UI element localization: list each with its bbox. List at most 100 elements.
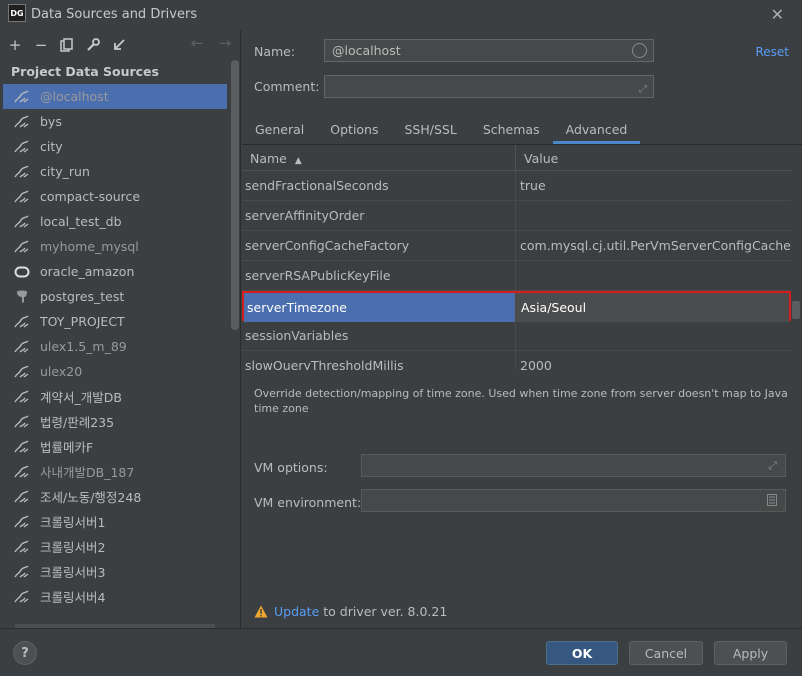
property-value-cell[interactable]: com.mysql.cj.util.PerVmServerConfigCache… xyxy=(516,231,791,260)
sidebar-item[interactable]: ulex20 xyxy=(0,359,229,384)
mysql-icon xyxy=(14,389,30,404)
forward-arrow-icon[interactable]: → xyxy=(216,34,234,52)
name-value: @localhost xyxy=(332,43,401,58)
table-row[interactable]: serverAffinityOrder xyxy=(242,201,791,231)
sidebar-item[interactable]: postgres_test xyxy=(0,284,229,309)
window-title: Data Sources and Drivers xyxy=(31,7,198,22)
sidebar-item-label: city xyxy=(40,139,63,154)
sidebar-item[interactable]: myhome_mysql xyxy=(0,234,229,259)
sidebar-item[interactable]: city_run xyxy=(0,159,229,184)
sidebar-item-label: 사내개발DB_187 xyxy=(40,465,135,480)
column-header-value[interactable]: Value xyxy=(516,145,566,171)
sidebar-item-label: 법률메카F xyxy=(40,440,94,455)
remove-icon[interactable]: − xyxy=(32,36,50,54)
sidebar-item[interactable]: local_test_db xyxy=(0,209,229,234)
table-row[interactable]: slowQueryThresholdMillis 2000 xyxy=(242,351,791,370)
name-field[interactable]: @localhost xyxy=(324,39,654,62)
update-text: to driver ver. 8.0.21 xyxy=(319,604,448,619)
driver-update-notice: Update to driver ver. 8.0.21 xyxy=(254,604,447,619)
sidebar-item-label: 크롤링서버2 xyxy=(40,540,106,555)
update-driver-link[interactable]: Update xyxy=(274,604,319,619)
mysql-icon xyxy=(14,364,30,379)
sidebar-item-label: ulex20 xyxy=(40,364,83,379)
sidebar-item[interactable]: ulex1.5_m_89 xyxy=(0,334,229,359)
back-arrow-icon[interactable]: ← xyxy=(188,34,206,52)
sidebar-item-label: TOY_PROJECT xyxy=(40,314,125,329)
help-button[interactable]: ? xyxy=(13,641,37,665)
sidebar-item[interactable]: 조세/노동/행정248 xyxy=(0,484,229,509)
table-row[interactable]: sessionVariables xyxy=(242,321,791,351)
sidebar-scrollbar[interactable] xyxy=(231,60,239,330)
property-description: Override detection/mapping of time zone.… xyxy=(254,387,788,415)
reset-link[interactable]: Reset xyxy=(755,45,789,59)
expand-icon[interactable]: ⤢ xyxy=(768,459,777,473)
vm-options-field[interactable]: ⤢ xyxy=(361,454,786,477)
mysql-icon xyxy=(14,564,30,579)
settings-wrench-icon[interactable] xyxy=(84,36,102,54)
sidebar-item[interactable]: 법령/판례235 xyxy=(0,409,229,434)
property-name-cell[interactable]: serverTimezone xyxy=(244,293,516,322)
property-value-cell[interactable]: 2000 xyxy=(516,351,791,370)
comment-field[interactable]: ⤢ xyxy=(324,75,654,98)
sidebar-item-label: ulex1.5_m_89 xyxy=(40,339,127,354)
table-row[interactable]: sendFractionalSeconds true xyxy=(242,171,791,201)
title-bar: DG Data Sources and Drivers ✕ xyxy=(0,0,802,30)
import-icon[interactable] xyxy=(110,36,128,54)
sidebar-item-label: 법령/판례235 xyxy=(40,415,115,430)
mysql-icon xyxy=(14,339,30,354)
sidebar-item-label: oracle_amazon xyxy=(40,264,135,279)
apply-button[interactable]: Apply xyxy=(714,641,787,665)
sidebar-item[interactable]: TOY_PROJECT xyxy=(0,309,229,334)
add-icon[interactable]: + xyxy=(6,36,24,54)
table-row[interactable]: serverTimezone Asia/Seoul xyxy=(242,291,791,322)
list-icon[interactable] xyxy=(767,494,777,509)
property-value-cell[interactable] xyxy=(516,261,791,290)
property-value-cell[interactable]: Asia/Seoul xyxy=(516,293,789,322)
sidebar-item[interactable]: 계약서_개발DB xyxy=(0,384,229,409)
property-name-cell[interactable]: serverRSAPublicKeyFile xyxy=(242,261,516,290)
property-name-cell[interactable]: slowQueryThresholdMillis xyxy=(242,351,516,370)
sidebar-item[interactable]: 사내개발DB_187 xyxy=(0,459,229,484)
sidebar-item[interactable]: 법률메카F xyxy=(0,434,229,459)
expand-icon[interactable]: ⤢ xyxy=(639,84,647,95)
table-row[interactable]: serverConfigCacheFactory com.mysql.cj.uti… xyxy=(242,231,791,261)
tab-general[interactable]: General xyxy=(242,116,317,144)
property-name-cell[interactable]: serverConfigCacheFactory xyxy=(242,231,516,260)
sidebar-item[interactable]: 크롤링서버1 xyxy=(0,509,229,534)
duplicate-icon[interactable] xyxy=(58,36,76,54)
tab-schemas[interactable]: Schemas xyxy=(470,116,553,144)
ok-button[interactable]: OK xyxy=(546,641,618,665)
sidebar-item[interactable]: bys xyxy=(0,109,229,134)
cancel-button[interactable]: Cancel xyxy=(629,641,703,665)
tab-options[interactable]: Options xyxy=(317,116,391,144)
property-name-cell[interactable]: serverAffinityOrder xyxy=(242,201,516,230)
sidebar-item-label: local_test_db xyxy=(40,214,122,229)
table-row[interactable]: serverRSAPublicKeyFile xyxy=(242,261,791,291)
property-value-cell[interactable] xyxy=(516,321,791,350)
sidebar-item[interactable]: city xyxy=(0,134,229,159)
sidebar-item[interactable]: compact-source xyxy=(0,184,229,209)
tab-advanced[interactable]: Advanced xyxy=(552,116,641,144)
table-scrollbar[interactable] xyxy=(792,301,800,319)
mysql-icon xyxy=(14,164,30,179)
mysql-icon xyxy=(14,139,30,154)
sidebar-item[interactable]: oracle_amazon xyxy=(0,259,229,284)
sidebar-item[interactable]: 크롤링서버3 xyxy=(0,559,229,584)
property-name-cell[interactable]: sessionVariables xyxy=(242,321,516,350)
sidebar-item[interactable]: 크롤링서버2 xyxy=(0,534,229,559)
properties-table: Name ▲ Value sendFractionalSeconds true se… xyxy=(242,144,802,370)
name-label: Name: xyxy=(254,44,296,59)
sidebar-item[interactable]: 크롤링서버4 xyxy=(0,584,229,609)
close-icon[interactable]: ✕ xyxy=(771,5,784,24)
property-name-cell[interactable]: sendFractionalSeconds xyxy=(242,171,516,200)
section-title: Project Data Sources xyxy=(11,64,159,79)
column-header-name[interactable]: Name ▲ xyxy=(242,145,516,171)
datagrip-logo-icon: DG xyxy=(8,4,26,22)
color-circle-icon[interactable] xyxy=(632,43,647,58)
vm-environment-field[interactable] xyxy=(361,489,786,512)
property-value-cell[interactable] xyxy=(516,201,791,230)
sidebar-item[interactable]: @localhost xyxy=(3,84,227,109)
property-value-cell[interactable]: true xyxy=(516,171,791,200)
tab-sshssl[interactable]: SSH/SSL xyxy=(392,116,470,144)
mysql-icon xyxy=(14,439,30,454)
